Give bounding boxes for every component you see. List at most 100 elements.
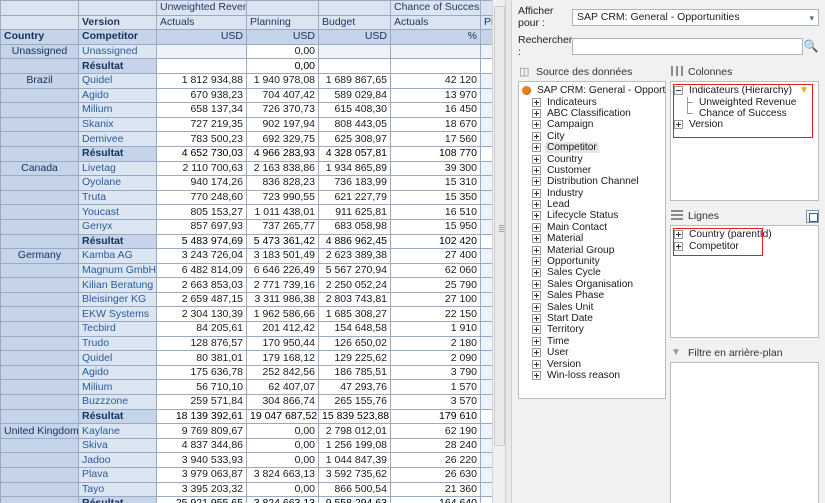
- data-cell[interactable]: 175 636,78: [156, 364, 247, 381]
- expand-icon[interactable]: [532, 268, 541, 278]
- row-header-competitor[interactable]: Milium: [78, 379, 157, 396]
- expand-icon[interactable]: [674, 120, 683, 130]
- row-header-country[interactable]: Brazil: [0, 72, 79, 89]
- data-cell[interactable]: 0,00: [246, 452, 319, 468]
- data-cell[interactable]: 1 011 438,01: [246, 204, 319, 220]
- columns-tree[interactable]: Indicateurs (Hierarchy) ▼ Unweighted Reven…: [671, 82, 818, 133]
- data-cell[interactable]: 15 310: [390, 175, 481, 191]
- data-cell[interactable]: 1 934 865,89: [318, 160, 391, 177]
- data-cell[interactable]: 26 630: [390, 467, 481, 483]
- data-cell[interactable]: 5 473 361,42: [246, 233, 319, 250]
- row-header-competitor[interactable]: Plava: [78, 467, 157, 483]
- row-header-country[interactable]: [0, 58, 79, 74]
- row-header-country[interactable]: [0, 437, 79, 454]
- data-cell[interactable]: 17 560: [390, 131, 481, 147]
- datasource-item-sales-unit[interactable]: Sales Unit: [522, 301, 663, 313]
- data-cell[interactable]: 102 420: [390, 233, 481, 250]
- rows-tree[interactable]: Country (parentId) Competitor: [671, 226, 818, 254]
- data-cell[interactable]: 2 090: [390, 350, 481, 366]
- header-measure-cell[interactable]: Budget: [318, 14, 391, 31]
- data-cell[interactable]: 836 828,23: [246, 175, 319, 191]
- row-header-competitor[interactable]: Résultat: [78, 408, 157, 425]
- data-cell[interactable]: 18 139 392,61: [156, 408, 247, 425]
- data-cell[interactable]: 1 689 867,65: [318, 72, 391, 89]
- datasource-item-user[interactable]: User: [522, 347, 663, 358]
- data-cell[interactable]: 5 567 270,94: [318, 262, 391, 279]
- expand-icon[interactable]: [532, 165, 541, 175]
- data-cell[interactable]: 9 769 809,67: [156, 423, 247, 439]
- row-header-competitor[interactable]: Magnum GmbH: [78, 262, 157, 279]
- scrollbar-thumb[interactable]: [494, 6, 505, 446]
- row-header-competitor[interactable]: Oyolane: [78, 175, 157, 191]
- row-header-competitor[interactable]: Tecbird: [78, 321, 157, 337]
- data-cell[interactable]: 1 256 199,08: [318, 437, 391, 454]
- data-cell[interactable]: 3 824 663,13: [246, 496, 319, 503]
- data-cell[interactable]: 0,00: [246, 58, 319, 74]
- expand-icon[interactable]: [532, 200, 541, 210]
- columns-item-version[interactable]: Version: [674, 119, 816, 130]
- row-header-competitor[interactable]: Résultat: [78, 145, 157, 162]
- data-cell[interactable]: 1 962 586,66: [246, 306, 319, 323]
- data-cell[interactable]: 15 839 523,88: [318, 408, 391, 425]
- datasource-tree-box[interactable]: SAP CRM: General - OpportunitiesIndicate…: [518, 81, 666, 399]
- data-cell[interactable]: 3 790: [390, 364, 481, 381]
- expand-icon[interactable]: [532, 222, 541, 232]
- expand-icon[interactable]: [532, 143, 541, 153]
- row-header-competitor[interactable]: Unassigned: [78, 43, 157, 60]
- datasource-item-distribution-channel[interactable]: Distribution Channel: [522, 176, 663, 187]
- search-input[interactable]: [572, 37, 803, 55]
- row-header-country[interactable]: [0, 496, 79, 503]
- data-cell[interactable]: 1 044 847,39: [318, 452, 391, 468]
- data-cell[interactable]: 25 921 955,65: [156, 496, 247, 503]
- data-cell[interactable]: 3 592 735,62: [318, 467, 391, 483]
- row-header-competitor[interactable]: Kamba AG: [78, 248, 157, 264]
- data-cell[interactable]: [318, 43, 391, 60]
- data-cell[interactable]: 304 866,74: [246, 394, 319, 410]
- datasource-item-territory[interactable]: Territory: [522, 324, 663, 335]
- row-header-competitor[interactable]: Agido: [78, 87, 157, 104]
- rows-item-country-parentid-[interactable]: Country (parentId): [674, 229, 816, 240]
- data-cell[interactable]: 21 360: [390, 481, 481, 498]
- row-header-competitor[interactable]: Résultat: [78, 496, 157, 503]
- expand-icon[interactable]: [532, 108, 541, 118]
- row-header-country[interactable]: [0, 204, 79, 220]
- row-header-country[interactable]: [0, 306, 79, 323]
- rows-options-button[interactable]: [806, 209, 819, 223]
- row-header-country[interactable]: [0, 116, 79, 133]
- row-header-competitor[interactable]: Skiva: [78, 437, 157, 454]
- datasource-item-sales-organisation[interactable]: Sales Organisation: [522, 279, 663, 290]
- columns-item-chance-of-success[interactable]: Chance of Success: [674, 107, 816, 119]
- data-cell[interactable]: 808 443,05: [318, 116, 391, 133]
- datasource-item-industry[interactable]: Industry: [522, 188, 663, 199]
- expand-icon[interactable]: [674, 230, 683, 240]
- data-cell[interactable]: 625 308,97: [318, 131, 391, 147]
- expand-icon[interactable]: [532, 314, 541, 323]
- row-header-competitor[interactable]: Livetag: [78, 160, 157, 177]
- row-header-country[interactable]: [0, 262, 79, 279]
- row-header-country[interactable]: [0, 87, 79, 104]
- row-header-country[interactable]: United Kingdom: [0, 423, 79, 439]
- data-cell[interactable]: 126 650,02: [318, 335, 391, 352]
- expand-icon[interactable]: [532, 234, 541, 244]
- expand-icon[interactable]: [532, 188, 541, 198]
- row-header-country[interactable]: [0, 335, 79, 352]
- pane-splitter[interactable]: [505, 0, 512, 503]
- data-cell[interactable]: 42 120: [390, 72, 481, 89]
- data-cell[interactable]: 27 100: [390, 291, 481, 308]
- expand-icon[interactable]: [532, 291, 541, 301]
- data-cell[interactable]: 658 137,34: [156, 102, 247, 118]
- data-cell[interactable]: 201 412,42: [246, 321, 319, 337]
- data-cell[interactable]: 16 510: [390, 204, 481, 220]
- datasource-tree[interactable]: SAP CRM: General - OpportunitiesIndicate…: [519, 82, 665, 383]
- data-cell[interactable]: 179 168,12: [246, 350, 319, 366]
- filter-icon[interactable]: ▼: [799, 85, 809, 96]
- data-cell[interactable]: 1 685 308,27: [318, 306, 391, 323]
- data-cell[interactable]: 621 227,79: [318, 189, 391, 206]
- data-cell[interactable]: 26 220: [390, 452, 481, 468]
- datasource-select[interactable]: SAP CRM: General - Opportunities ▾: [572, 8, 819, 26]
- header-measure-cell[interactable]: Actuals: [390, 14, 481, 31]
- data-cell[interactable]: 2 163 838,86: [246, 160, 319, 177]
- datasource-item-customer[interactable]: Customer: [522, 165, 663, 176]
- row-header-country[interactable]: [0, 233, 79, 250]
- data-cell[interactable]: 15 350: [390, 189, 481, 206]
